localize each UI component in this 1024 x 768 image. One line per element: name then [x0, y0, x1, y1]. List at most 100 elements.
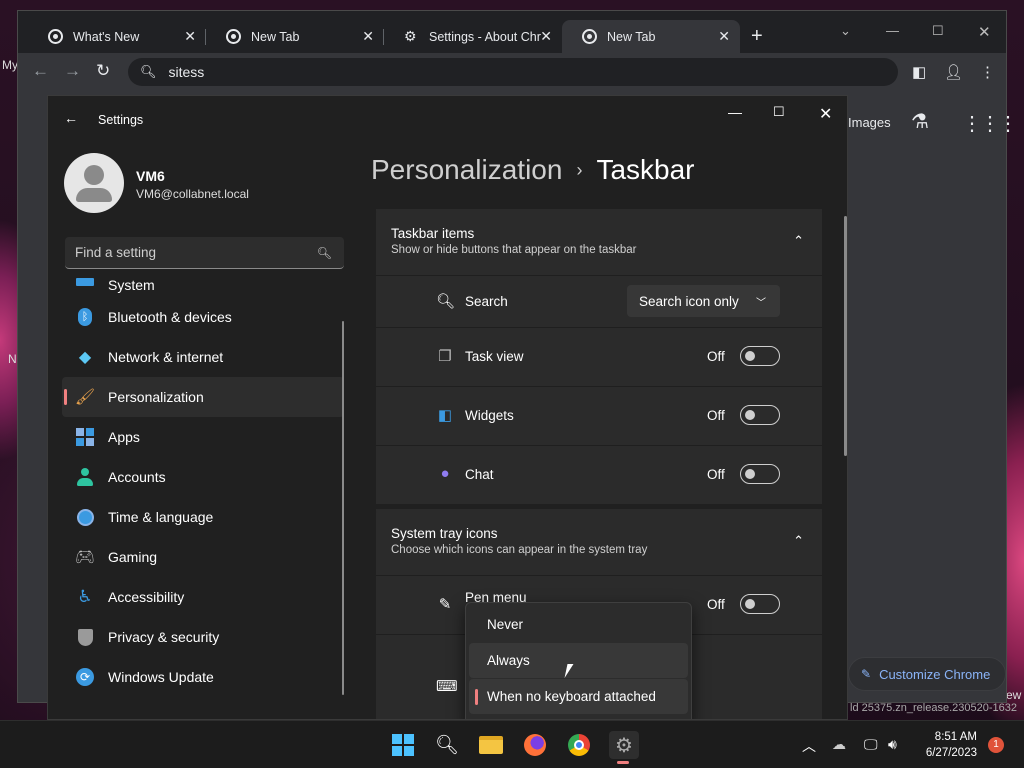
option-label: When no keyboard attached	[487, 689, 656, 704]
profile-icon[interactable]: 👤︎	[944, 63, 963, 81]
nav-item-privacy[interactable]: Privacy & security	[62, 617, 344, 657]
menu-icon[interactable]: ⋮	[980, 63, 995, 81]
firefox-icon[interactable]	[521, 731, 549, 759]
google-apps-icon[interactable]: ⋮⋮⋮	[962, 111, 1018, 136]
find-placeholder: Find a setting	[75, 245, 157, 260]
tab-settings-about-chrome[interactable]: ⚙ Settings - About Chr ✕	[384, 20, 562, 53]
tab-whats-new[interactable]: What's New ✕	[28, 20, 206, 53]
settings-icon[interactable]: ⚙	[609, 731, 639, 759]
nav-item-accounts[interactable]: Accounts	[62, 457, 344, 497]
find-setting-input[interactable]: Find a setting 🔍︎	[65, 237, 344, 269]
section-title: Taskbar items	[391, 226, 475, 241]
minimize-button[interactable]: —	[728, 104, 742, 120]
active-app-indicator	[617, 761, 629, 764]
nav-label: Accessibility	[108, 589, 185, 605]
pencil-icon: ✎	[861, 667, 872, 681]
back-arrow-icon[interactable]: ←	[64, 110, 78, 126]
tab-new-tab-active[interactable]: New Tab ✕	[562, 20, 740, 53]
close-tab-icon[interactable]: ✕	[718, 28, 730, 45]
close-button[interactable]: ✕	[819, 104, 832, 124]
toggle-state: Off	[707, 349, 725, 364]
search-icon[interactable]: 🔍︎	[433, 731, 461, 759]
pen-menu-toggle[interactable]	[740, 594, 780, 614]
accessibility-icon: ♿︎	[77, 587, 93, 606]
maximize-button[interactable]: ☐	[932, 23, 944, 39]
images-link[interactable]: Images	[848, 115, 891, 130]
content-scrollbar[interactable]	[844, 216, 847, 456]
chat-toggle[interactable]	[740, 464, 780, 484]
nav-item-windows-update[interactable]: ⟳ Windows Update	[62, 657, 344, 697]
chrome-icon	[226, 29, 241, 44]
breadcrumb: Personalization › Taskbar	[371, 154, 695, 186]
forward-button[interactable]: →	[64, 61, 81, 81]
reload-button[interactable]: ↻	[96, 61, 110, 81]
update-icon: ⟳	[76, 668, 94, 686]
close-tab-icon[interactable]: ✕	[184, 28, 196, 45]
chevron-up-icon[interactable]: ⌃	[793, 533, 804, 549]
avatar-head	[84, 165, 104, 185]
onedrive-icon[interactable]: ☁	[832, 736, 846, 753]
chevron-up-icon[interactable]: ⌃	[793, 233, 804, 249]
avatar[interactable]	[64, 153, 124, 213]
address-bar[interactable]: 🔍︎ sitess	[128, 58, 898, 86]
start-icon[interactable]	[389, 731, 417, 759]
user-email: VM6@collabnet.local	[136, 187, 249, 201]
tab-new-tab[interactable]: New Tab ✕	[206, 20, 384, 53]
time-text: 8:51 AM	[934, 731, 977, 743]
file-explorer-icon[interactable]	[477, 731, 505, 759]
new-tab-button[interactable]: +	[751, 25, 763, 48]
row-label: Widgets	[465, 408, 514, 423]
desktop-text: N	[8, 352, 17, 366]
breadcrumb-parent[interactable]: Personalization	[371, 154, 562, 186]
nav-item-bluetooth[interactable]: ᛒ Bluetooth & devices	[62, 297, 344, 337]
taskbar-items-header[interactable]: Taskbar items Show or hide buttons that …	[376, 209, 822, 275]
network-icon[interactable]: 🖵	[864, 736, 878, 753]
close-window-button[interactable]: ✕	[978, 23, 991, 41]
browser-toolbar: ← → ↻ 🔍︎ sitess ◧ 👤︎ ⋮	[18, 53, 1006, 91]
system-tray-header[interactable]: System tray icons Choose which icons can…	[376, 509, 822, 575]
build-info: ld 25375.zn_release.230520-1632	[850, 702, 1017, 714]
task-view-toggle[interactable]	[740, 346, 780, 366]
clock[interactable]: 8:51 AM 6/27/2023	[920, 729, 977, 761]
customize-chrome-button[interactable]: ✎ Customize Chrome	[848, 657, 1006, 691]
nav-item-gaming[interactable]: 🎮︎ Gaming	[62, 537, 344, 577]
close-tab-icon[interactable]: ✕	[540, 28, 552, 45]
widgets-toggle[interactable]	[740, 405, 780, 425]
settings-nav: System ᛒ Bluetooth & devices ◆ Network &…	[62, 277, 344, 697]
keyboard-icon: ⌨	[436, 678, 458, 695]
toggle-state: Off	[707, 467, 725, 482]
nav-item-personalization[interactable]: 🖌︎ Personalization	[62, 377, 344, 417]
option-when-no-keyboard[interactable]: When no keyboard attached	[469, 679, 688, 714]
search-icon: 🔍︎	[316, 245, 332, 260]
row-label: Search	[465, 294, 508, 309]
chrome-icon[interactable]	[565, 731, 593, 759]
row-label: Chat	[465, 467, 494, 482]
option-always[interactable]: Always	[469, 643, 688, 678]
nav-scrollbar[interactable]	[342, 321, 344, 695]
widgets-row: ◧ Widgets Off	[376, 386, 822, 445]
section-subtitle: Show or hide buttons that appear on the …	[391, 244, 637, 256]
nav-item-time-language[interactable]: Time & language	[62, 497, 344, 537]
chevron-right-icon: ›	[576, 159, 583, 180]
nav-item-system[interactable]: System	[62, 267, 344, 297]
nav-item-network[interactable]: ◆ Network & internet	[62, 337, 344, 377]
widgets-icon: ◧	[437, 407, 453, 424]
nav-label: Personalization	[108, 389, 204, 405]
volume-icon[interactable]: 🔊︎	[888, 736, 897, 753]
notification-badge[interactable]: 1	[988, 737, 1004, 753]
chevron-up-icon[interactable]: ︿	[802, 736, 816, 756]
maximize-button[interactable]: ☐	[773, 104, 785, 120]
search-icon: 🔍︎	[140, 64, 157, 79]
back-button[interactable]: ←	[32, 61, 49, 81]
close-tab-icon[interactable]: ✕	[362, 28, 374, 45]
search-mode-dropdown[interactable]: Search icon only ﹀	[627, 285, 780, 317]
tab-search-icon[interactable]: ⌄	[840, 23, 851, 39]
labs-flask-icon[interactable]: ⚗	[911, 109, 929, 134]
tab-label: New Tab	[251, 29, 300, 44]
nav-item-apps[interactable]: Apps	[62, 417, 344, 457]
option-never[interactable]: Never	[469, 607, 688, 642]
nav-item-accessibility[interactable]: ♿︎ Accessibility	[62, 577, 344, 617]
section-subtitle: Choose which icons can appear in the sys…	[391, 544, 648, 556]
side-panel-icon[interactable]: ◧	[912, 63, 926, 81]
minimize-button[interactable]: —	[886, 23, 899, 38]
